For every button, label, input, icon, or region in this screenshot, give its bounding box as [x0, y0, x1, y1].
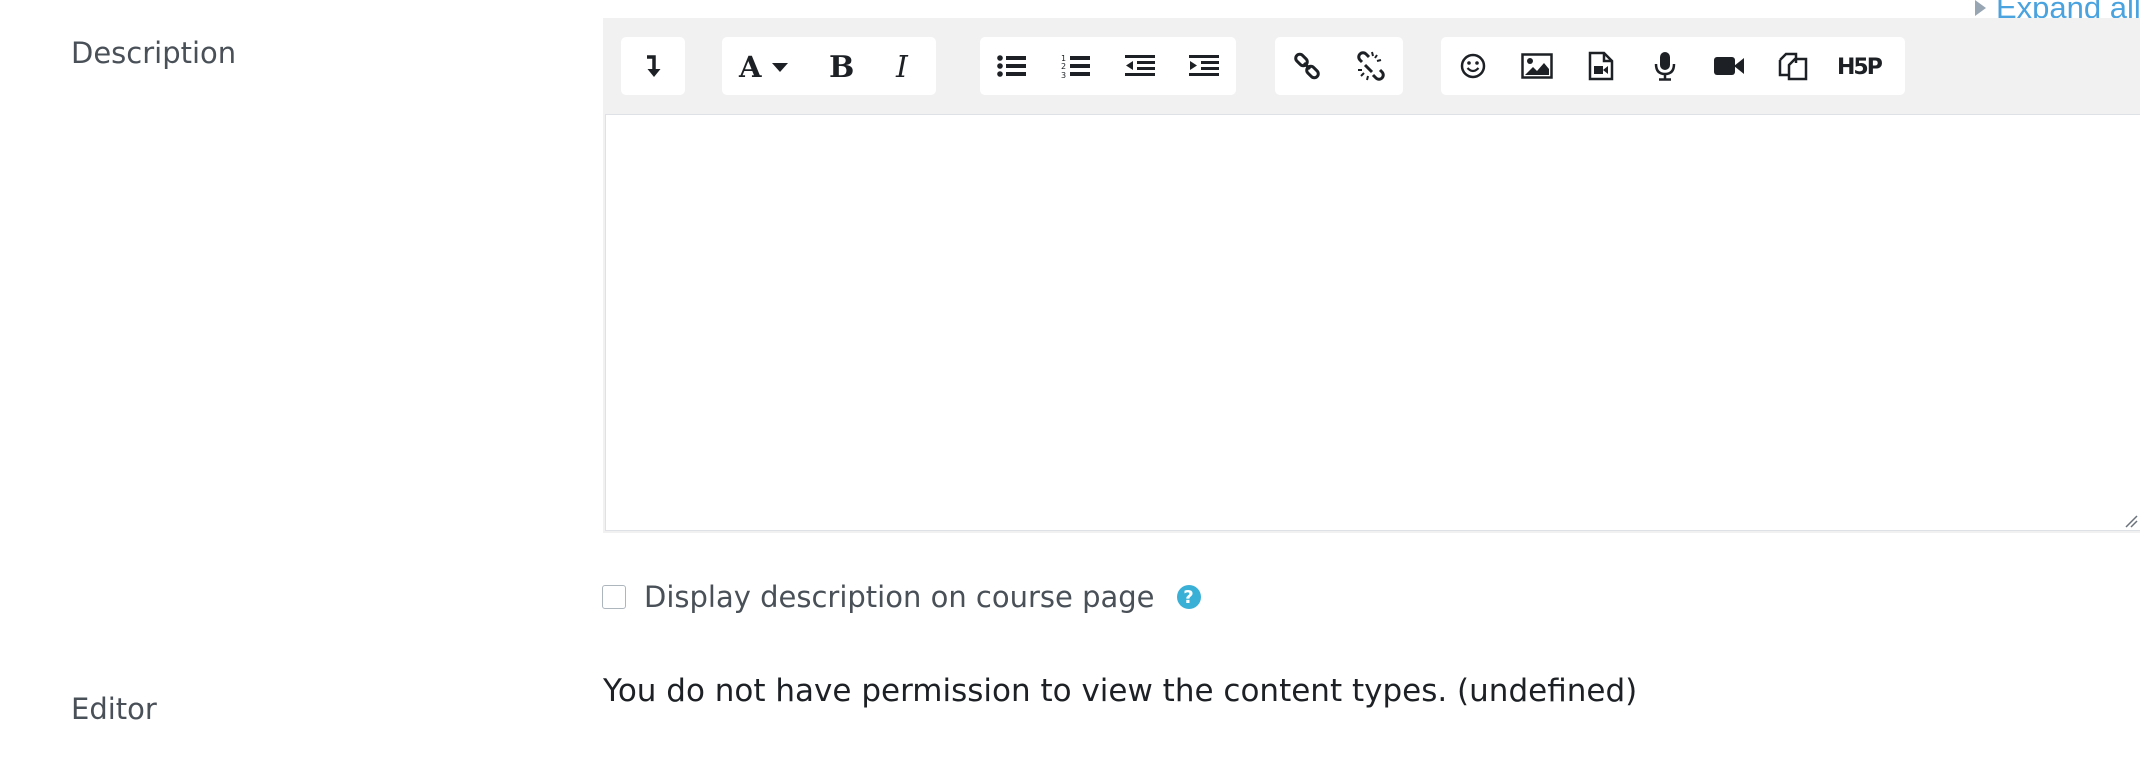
emoji-button[interactable]: [1441, 37, 1505, 95]
svg-text:H5P: H5P: [1837, 55, 1883, 80]
display-description-row: Display description on course page ?: [602, 580, 1201, 614]
record-video-icon: [1714, 57, 1744, 75]
resize-grip-icon[interactable]: [2124, 514, 2138, 528]
image-icon: [1521, 53, 1553, 79]
h5p-icon: H5P: [1837, 55, 1885, 80]
svg-text:A: A: [738, 51, 762, 81]
permission-message: You do not have permission to view the c…: [603, 673, 1638, 709]
unordered-list-icon: [997, 55, 1026, 77]
unlink-icon: [1357, 51, 1385, 81]
emoji-icon: [1460, 53, 1486, 79]
italic-button[interactable]: I: [872, 37, 936, 95]
svg-text:2: 2: [1061, 62, 1066, 71]
manage-files-button[interactable]: [1761, 37, 1825, 95]
atto-editor: A B I 1 2 3 H5P: [603, 18, 2140, 533]
paragraph-styles-button[interactable]: A: [722, 37, 808, 95]
svg-text:3: 3: [1061, 71, 1066, 79]
outdent-icon: [1125, 55, 1155, 76]
toolbar-group-list: 1 2 3: [980, 37, 1236, 95]
paragraph-styles-icon: A: [738, 51, 788, 81]
image-button[interactable]: [1505, 37, 1569, 95]
form-page: Expand all Description A B I 1 2 3 H5P D…: [0, 0, 2140, 762]
media-icon: [1588, 51, 1614, 81]
manage-files-icon: [1778, 52, 1808, 81]
display-description-checkbox[interactable]: [602, 585, 626, 609]
svg-text:B: B: [829, 51, 853, 81]
caret-right-icon: [1975, 0, 1986, 16]
unordered-list-button[interactable]: [980, 37, 1044, 95]
help-icon[interactable]: ?: [1176, 585, 1201, 609]
editor-toolbar: A B I 1 2 3 H5P: [603, 18, 2140, 114]
editor-content-area[interactable]: [605, 114, 2140, 531]
record-audio-button[interactable]: [1633, 37, 1697, 95]
bold-icon: B: [829, 51, 853, 81]
editor-label: Editor: [71, 692, 157, 726]
bold-button[interactable]: B: [808, 37, 872, 95]
outdent-button[interactable]: [1108, 37, 1172, 95]
toolbar-group-collapse: [621, 37, 685, 95]
record-audio-icon: [1654, 52, 1676, 81]
toolbar-group-files: H5P: [1441, 37, 1905, 95]
svg-text:I: I: [895, 51, 909, 81]
collapse-toolbar-button[interactable]: [621, 37, 685, 95]
h5p-button[interactable]: H5P: [1825, 37, 1905, 95]
indent-button[interactable]: [1172, 37, 1236, 95]
display-description-label[interactable]: Display description on course page: [644, 580, 1155, 614]
description-label: Description: [71, 36, 237, 70]
media-button[interactable]: [1569, 37, 1633, 95]
italic-icon: I: [895, 51, 909, 81]
toolbar-group-style: A B I: [722, 37, 936, 95]
ordered-list-icon: 1 2 3: [1061, 54, 1090, 79]
ordered-list-button[interactable]: 1 2 3: [1044, 37, 1108, 95]
unlink-button[interactable]: [1339, 37, 1403, 95]
record-video-button[interactable]: [1697, 37, 1761, 95]
link-icon: [1294, 52, 1320, 80]
collapse-toolbar-icon: [647, 55, 661, 77]
indent-icon: [1189, 55, 1219, 76]
link-button[interactable]: [1275, 37, 1339, 95]
toolbar-group-links: [1275, 37, 1403, 95]
